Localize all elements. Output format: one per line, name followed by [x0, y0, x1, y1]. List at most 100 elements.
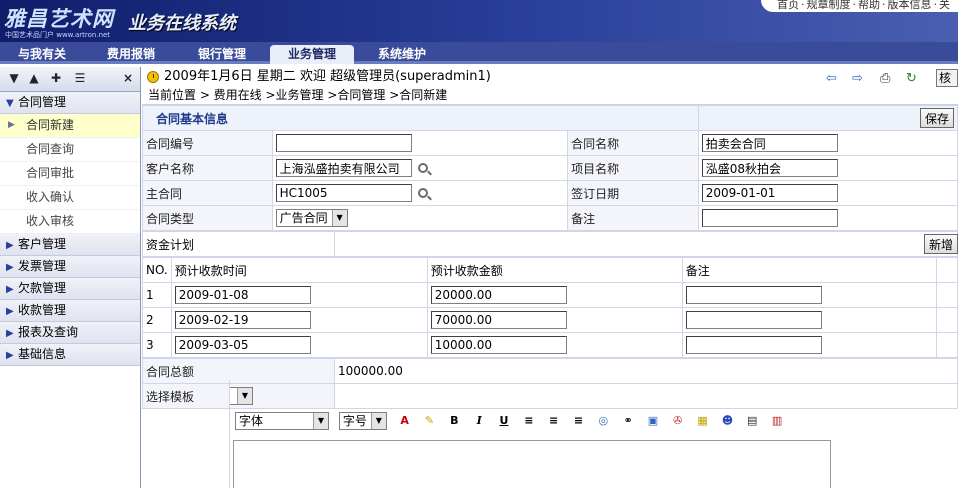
unlink-icon[interactable]: ⚭	[620, 414, 636, 428]
plan-amount-field[interactable]	[430, 311, 567, 329]
chevron-down-icon: ▼	[237, 388, 252, 404]
font-select[interactable]: 字体 ▼	[235, 412, 329, 430]
main-contract-field[interactable]	[275, 184, 412, 202]
current-weekday: 星期二	[256, 69, 296, 84]
special-char-icon[interactable]: ▤	[744, 414, 760, 428]
add-plan-button[interactable]: 新增	[923, 234, 958, 254]
sidebar-group-customer[interactable]: ▶ 客户管理	[0, 234, 140, 256]
sidebar-group-contract[interactable]: ▼ 合同管理	[0, 92, 140, 114]
search-icon[interactable]	[417, 188, 428, 198]
align-left-icon[interactable]: ≡	[521, 414, 537, 428]
print-icon[interactable]: ⎙	[880, 69, 890, 89]
current-arrow-icon: ▶	[8, 120, 15, 130]
underline-icon[interactable]: U	[496, 414, 512, 428]
collapse-up-icon[interactable]: ▲	[26, 71, 42, 85]
sidebar-item-contract-approval[interactable]: 合同审批	[0, 162, 140, 186]
sidebar-group-reports[interactable]: ▶ 报表及查询	[0, 322, 140, 344]
plan-note-field[interactable]	[685, 311, 822, 329]
save-button[interactable]: 保存	[919, 108, 954, 128]
plan-note-field[interactable]	[685, 336, 822, 354]
image-icon[interactable]: ▣	[645, 414, 661, 428]
artron-logo: 雅昌艺术网	[4, 6, 114, 31]
link-close[interactable]: 关	[937, 0, 952, 11]
table-icon[interactable]: ▦	[695, 414, 711, 428]
emoticon-icon[interactable]: ☻	[719, 414, 735, 428]
plan-date-field[interactable]	[174, 336, 311, 354]
top-links: 首页 · 规章制度 · 帮助 · 版本信息 · 关	[761, 0, 958, 12]
contract-type-select[interactable]: 广告合同 ▼	[275, 209, 348, 227]
fund-plan-title: 资金计划	[142, 231, 335, 257]
sidebar-item-contract-query[interactable]: 合同查询	[0, 138, 140, 162]
italic-icon[interactable]: I	[471, 414, 487, 428]
expand-all-icon[interactable]: ✚	[48, 71, 64, 85]
plan-date-field[interactable]	[174, 311, 311, 329]
info-bar: 2009年1月6日 星期二 欢迎 超级管理员(superadmin1) ⇦ ⇨ …	[142, 67, 958, 87]
sidebar-item-income-confirm[interactable]: 收入确认	[0, 186, 140, 210]
link-help[interactable]: 帮助	[856, 0, 882, 11]
col-expected-amount: 预计收款金额	[426, 257, 683, 283]
link-icon[interactable]: ◎	[595, 414, 611, 428]
contract-name-field[interactable]	[701, 134, 838, 152]
row-no: 2	[142, 307, 172, 333]
fund-plan-table: NO. 预计收款时间 预计收款金额 备注 1 2 3	[142, 257, 958, 358]
tab-related-to-me[interactable]: 与我有关	[0, 45, 84, 64]
tab-expense[interactable]: 费用报销	[89, 45, 173, 64]
bold-icon[interactable]: B	[446, 414, 462, 428]
customer-label: 客户名称	[142, 155, 273, 181]
collapsed-triangle-icon: ▶	[6, 350, 14, 361]
customer-field[interactable]	[275, 159, 412, 177]
col-note: 备注	[681, 257, 937, 283]
font-color-icon[interactable]: A	[397, 414, 413, 428]
list-icon[interactable]: ☰	[72, 71, 88, 85]
sidebar-group-invoice[interactable]: ▶ 发票管理	[0, 256, 140, 278]
template-select[interactable]: ▼	[229, 387, 253, 405]
row-no: 3	[142, 332, 172, 358]
plan-note-field[interactable]	[685, 286, 822, 304]
tab-system[interactable]: 系统维护	[360, 45, 444, 64]
back-arrow-icon[interactable]: ⇦	[826, 69, 837, 89]
audit-button[interactable]: 核	[936, 69, 958, 87]
sign-date-field[interactable]	[701, 184, 838, 202]
close-icon[interactable]: ×	[120, 71, 136, 85]
source-icon[interactable]: ▥	[769, 414, 785, 428]
chevron-down-icon: ▼	[370, 413, 386, 429]
table-row: 1	[142, 282, 958, 308]
tab-business[interactable]: 业务管理	[270, 45, 354, 64]
sidebar-item-income-audit[interactable]: 收入审核	[0, 210, 140, 234]
align-center-icon[interactable]: ≡	[546, 414, 562, 428]
sidebar-group-receipt[interactable]: ▶ 收款管理	[0, 300, 140, 322]
media-icon[interactable]: ✇	[670, 414, 686, 428]
highlight-icon[interactable]: ✎	[421, 414, 437, 428]
tab-bank[interactable]: 银行管理	[180, 45, 264, 64]
col-expected-date: 预计收款时间	[170, 257, 428, 283]
link-home[interactable]: 首页	[775, 0, 801, 11]
plan-amount-field[interactable]	[430, 336, 567, 354]
contract-type-label: 合同类型	[142, 205, 273, 231]
project-field[interactable]	[701, 159, 838, 177]
sign-date-label: 签订日期	[567, 180, 699, 206]
refresh-icon[interactable]: ↻	[906, 69, 917, 89]
sidebar-group-basic-info[interactable]: ▶ 基础信息	[0, 344, 140, 366]
clock-icon	[147, 71, 159, 83]
collapse-down-icon[interactable]: ▼	[6, 71, 22, 85]
contract-form-table: 合同基本信息 保存 合同编号 合同名称 客户名称 项目名称 主合同 签订日期 合…	[142, 105, 958, 231]
sidebar-group-label: 客户管理	[18, 237, 67, 251]
plan-date-field[interactable]	[174, 286, 311, 304]
sidebar-item-new-contract[interactable]: ▶ 合同新建	[0, 114, 140, 138]
forward-arrow-icon[interactable]: ⇨	[852, 69, 863, 89]
current-date: 2009年1月6日	[164, 69, 253, 84]
remark-field[interactable]	[701, 209, 838, 227]
sidebar-item-label: 合同查询	[26, 142, 75, 156]
contract-no-field[interactable]	[275, 134, 412, 152]
font-size-select[interactable]: 字号 ▼	[338, 412, 387, 430]
sidebar: ▼ ▲ ✚ ☰ × ▼ 合同管理 ▶ 合同新建 合同查询 合同审批 收入确认 收入审…	[0, 67, 141, 488]
link-rules[interactable]: 规章制度	[805, 0, 853, 11]
search-icon[interactable]	[417, 163, 428, 173]
align-right-icon[interactable]: ≡	[570, 414, 586, 428]
plan-amount-field[interactable]	[430, 286, 567, 304]
editor-textarea[interactable]	[233, 440, 831, 488]
link-version[interactable]: 版本信息	[886, 0, 934, 11]
main-contract-label: 主合同	[142, 180, 273, 206]
sidebar-group-arrears[interactable]: ▶ 欠款管理	[0, 278, 140, 300]
sidebar-group-label: 合同管理	[18, 95, 67, 109]
